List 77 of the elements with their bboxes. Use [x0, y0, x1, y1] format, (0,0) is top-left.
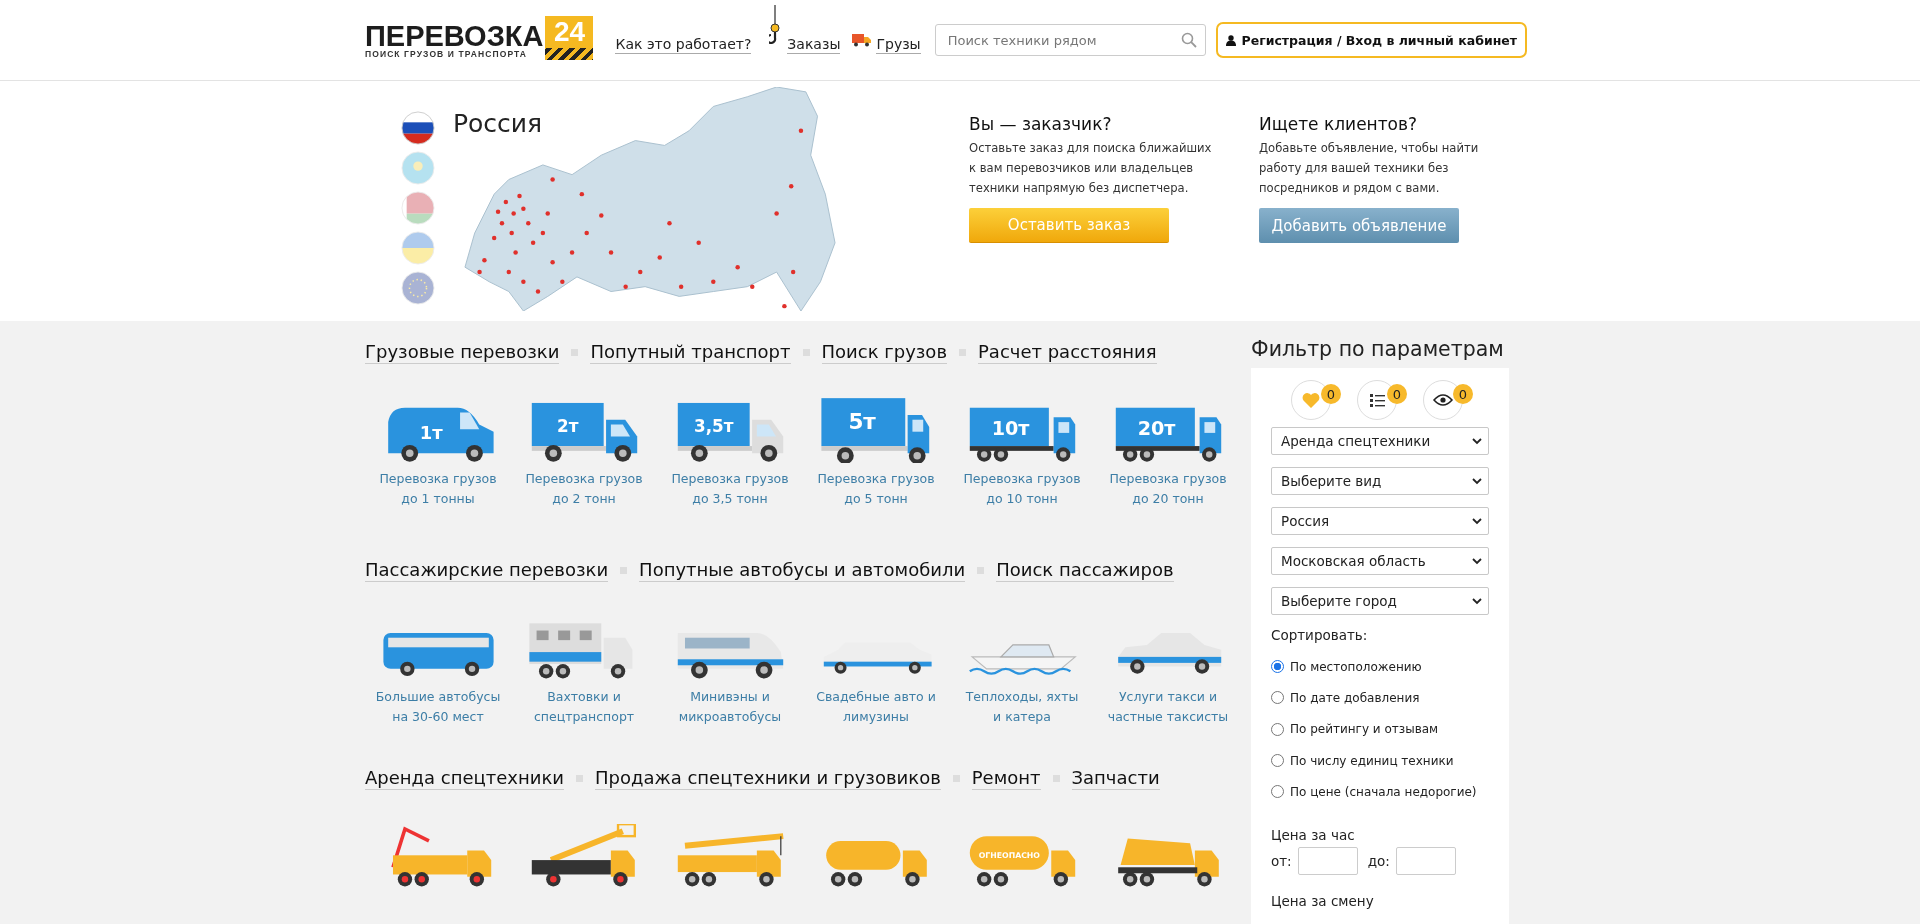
tonnage-label: 20т [1137, 417, 1175, 441]
chevron-icon [1472, 597, 1482, 605]
logo-wordmark: ПЕРЕВОЗКА [365, 23, 544, 49]
input-field[interactable] [1395, 847, 1456, 876]
service-link[interactable]: Перевозка грузов до 2 тонн [525, 469, 643, 509]
nav-link[interactable]: Как это работает? [615, 36, 752, 54]
radio-label[interactable]: По местоположению [1290, 659, 1422, 674]
service-link[interactable]: Перевозка грузов до 1 тонны [379, 469, 497, 509]
service-link[interactable]: Услуги такси и частные таксисты [1107, 687, 1229, 727]
promo-text: Добавьте объявление, чтобы найти работу для вашей техники без посредников и рядом с вами. [1259, 140, 1480, 197]
flag-icon[interactable] [401, 111, 435, 145]
tonnage-label: 1т [419, 421, 443, 443]
user-icon [1225, 34, 1236, 46]
service-link[interactable]: Свадебные авто и лимузины [816, 687, 936, 727]
tonnage-label: 5т [847, 409, 876, 435]
category-link[interactable]: Поиск грузов [821, 340, 947, 364]
category-link[interactable]: Грузовые перевозки [365, 340, 560, 364]
nav-link[interactable]: Заказы [787, 36, 841, 54]
category-link[interactable]: Продажа спецтехники и грузовиков [595, 766, 941, 790]
radio-label[interactable]: По числу единиц техники [1290, 753, 1454, 768]
dropdown[interactable]: Выберите город [1271, 587, 1489, 615]
radio-label[interactable]: По рейтингу и отзывам [1290, 722, 1439, 737]
country-name: Россия [453, 109, 543, 138]
category-link[interactable]: Ремонт [971, 766, 1041, 790]
service-link[interactable]: Перевозка грузов до 5 тонн [817, 469, 935, 509]
input-field[interactable] [1297, 847, 1358, 876]
chevron-icon [1472, 517, 1482, 525]
dropdown[interactable]: Московская область [1271, 547, 1489, 575]
radio-button[interactable] [1271, 660, 1284, 674]
eye-icon [1433, 394, 1453, 406]
count-badge: 0 [1387, 384, 1407, 404]
chevron-icon [1472, 477, 1482, 485]
nav-link[interactable]: Грузы [876, 36, 921, 54]
category-link[interactable]: Аренда спецтехники [365, 766, 565, 790]
service-link[interactable]: Большие автобусы на 30-60 мест [375, 687, 501, 727]
dropdown[interactable]: Россия [1271, 507, 1489, 535]
category-link[interactable]: Поиск пассажиров [996, 558, 1174, 582]
dropdown[interactable]: Выберите вид [1271, 467, 1489, 495]
price-label: Цена за час [1271, 826, 1356, 846]
category-link[interactable]: Расчет расстояния [978, 340, 1157, 364]
chevron-icon [1472, 557, 1482, 565]
login-button[interactable]: Регистрация / Вход в личный кабинет [1215, 22, 1527, 58]
radio-label[interactable]: По цене (сначала недорогие) [1290, 784, 1477, 799]
service-link[interactable]: Минивэны и микроавтобусы [678, 687, 782, 727]
filter-title: Фильтр по параметрам [1251, 337, 1505, 361]
service-link[interactable]: Перевозка грузов до 20 тонн [1109, 469, 1227, 509]
search-field[interactable]: Поиск техники рядом [934, 24, 1206, 56]
service-link[interactable]: Перевозка грузов до 10 тонн [963, 469, 1081, 509]
field-label: от: [1271, 853, 1292, 870]
list-icon [1369, 393, 1385, 407]
dropdown[interactable]: Аренда спецтехники [1271, 427, 1489, 455]
truck-icon [852, 33, 873, 47]
promo-title: Ищете клиентов? [1259, 114, 1419, 134]
category-link[interactable]: Запчасти [1071, 766, 1160, 790]
radio-label[interactable]: По дате добавления [1290, 690, 1420, 705]
count-badge: 0 [1321, 384, 1341, 404]
service-link[interactable]: Теплоходы, яхты и катера [965, 687, 1079, 727]
promo-text: Оставьте заказ для поиска ближайших к вам перевозчиков или владельцев техники напрямую без диспетчера. [969, 140, 1213, 197]
heart-icon [1302, 392, 1320, 408]
promo-title: Вы — заказчик? [969, 114, 1113, 134]
sort-label: Сортировать: [1271, 627, 1369, 643]
count-badge: 0 [1453, 384, 1473, 404]
service-link[interactable]: Перевозка грузов до 3,5 тонн [671, 469, 789, 509]
service-link[interactable]: Вахтовки и спецтранспорт [533, 687, 635, 727]
category-link[interactable]: Пассажирские перевозки [365, 558, 609, 582]
tonnage-label: 2т [556, 415, 578, 436]
logo-tagline: ПОИСК ГРУЗОВ И ТРАНСПОРТА [365, 49, 529, 60]
logo-number: 24 [545, 16, 594, 60]
tonnage-label: 3,5т [693, 415, 733, 436]
tonnage-label: 10т [991, 417, 1029, 441]
chevron-icon [1472, 437, 1482, 445]
site-logo[interactable]: ПЕРЕВОЗКА ПОИСК ГРУЗОВ И ТРАНСПОРТА 24 [365, 16, 594, 60]
category-link[interactable]: Попутные автобусы и автомобили [639, 558, 966, 582]
price-label: Цена за смену [1271, 893, 1375, 910]
search-icon [1180, 32, 1197, 48]
category-link[interactable]: Попутный транспорт [590, 340, 791, 364]
field-label: до: [1367, 853, 1390, 870]
